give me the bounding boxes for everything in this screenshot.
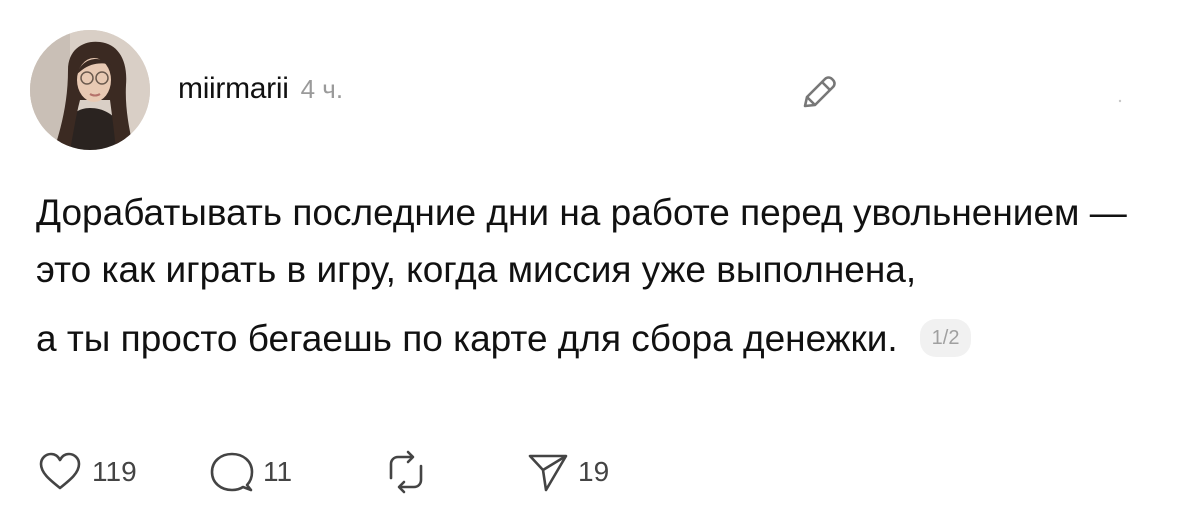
comment-button[interactable]: 11 [209,448,292,496]
send-icon [528,454,568,492]
repost-button[interactable] [382,448,438,496]
post-header: miirmarii 4 ч. [178,72,343,106]
avatar[interactable] [30,30,150,150]
post-paragraph-text: а ты просто бегаешь по карте для сбора д… [36,318,898,359]
post-time: 4 ч. [300,74,344,104]
share-count: 19 [578,456,610,487]
post-paragraph-last: а ты просто бегаешь по карте для сбора д… [36,310,1156,367]
comment-count: 11 [263,456,293,487]
heart-icon [39,452,81,490]
comment-icon [210,452,254,492]
post-card: miirmarii 4 ч. Дорабатывать последние дн… [0,0,1200,525]
thread-page-badge[interactable]: 1/2 [919,319,972,358]
more-options-icon[interactable] [1040,90,1140,110]
post-text: Дорабатывать последние дни на работе пер… [36,184,1156,367]
post-paragraph: Дорабатывать последние дни на работе пер… [36,192,1127,290]
like-button[interactable]: 119 [36,448,137,496]
username[interactable]: miirmarii [178,72,289,106]
edit-icon[interactable] [796,70,842,116]
repost-icon [389,450,423,494]
profile-photo [30,30,150,150]
share-button[interactable]: 19 [526,448,609,496]
like-count: 119 [92,456,137,487]
